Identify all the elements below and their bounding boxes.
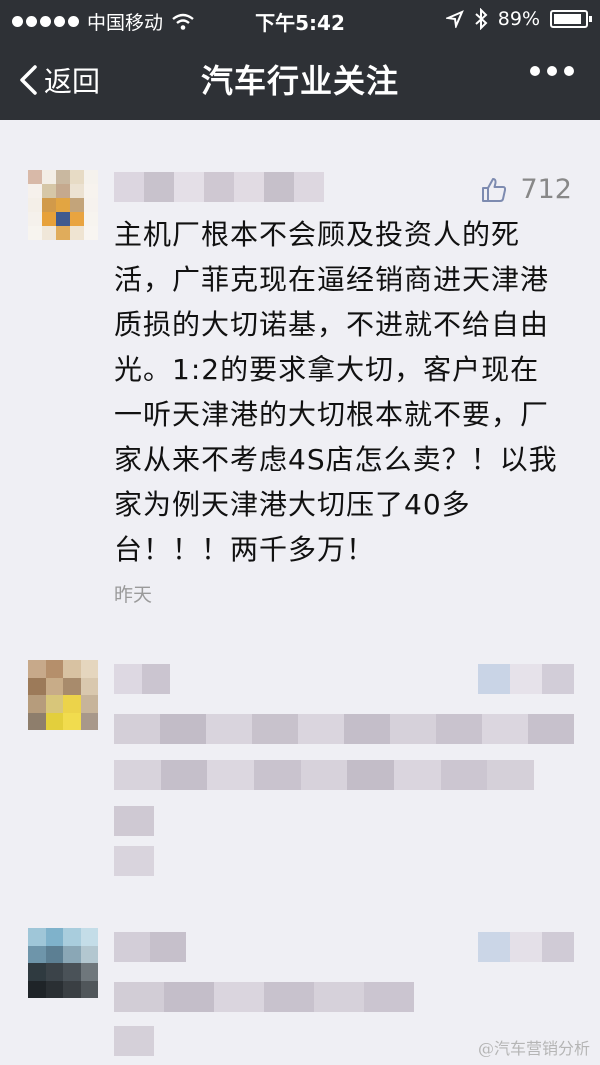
bluetooth-icon xyxy=(475,8,488,30)
blurred-text-line xyxy=(114,846,154,876)
blurred-text-line xyxy=(114,806,154,836)
more-dots-icon[interactable] xyxy=(530,66,574,76)
avatar[interactable] xyxy=(28,928,98,998)
blurred-text-line xyxy=(114,982,414,1012)
thumbs-up-icon xyxy=(482,177,507,202)
comment-line: 台！！！两千多万！ xyxy=(114,533,376,566)
comment-line: 一听天津港的大切根本就不要，厂 xyxy=(114,398,550,431)
blurred-likes xyxy=(478,932,574,962)
status-bar: 中国移动 下午5:42 89% xyxy=(0,0,600,38)
blurred-username xyxy=(114,172,324,202)
like-count: 712 xyxy=(520,174,572,205)
comment-line: 家为例天津港大切压了40多 xyxy=(114,488,471,521)
blurred-username xyxy=(114,664,170,694)
nav-bar: 返回 汽车行业关注 xyxy=(0,38,600,120)
comment-line: 主机厂根本不会顾及投资人的死 xyxy=(114,218,521,251)
watermark: @汽车营销分析 xyxy=(477,1039,590,1058)
comment-line: 质损的大切诺基，不进就不给自由 xyxy=(114,308,550,341)
like-button[interactable]: 712 xyxy=(480,174,572,205)
page-title: 汽车行业关注 xyxy=(200,62,399,100)
avatar[interactable] xyxy=(28,660,98,730)
blurred-text-line xyxy=(114,1026,154,1056)
comment-text: 主机厂根本不会顾及投资人的死 活，广菲克现在逼经销商进天津港 质损的大切诺基，不… xyxy=(114,212,574,572)
avatar[interactable] xyxy=(28,170,98,240)
location-icon xyxy=(445,10,464,28)
comment-line: 光。1:2的要求拿大切，客户现在 xyxy=(114,353,540,386)
battery-percent: 89% xyxy=(497,8,540,30)
battery-icon xyxy=(550,10,592,28)
comment-line: 家从来不考虑4S店怎么卖？！以我 xyxy=(114,443,558,476)
blurred-text-line xyxy=(114,760,535,790)
comment-line: 活，广菲克现在逼经销商进天津港 xyxy=(114,263,550,296)
comment-time: 昨天 xyxy=(114,584,153,606)
status-right: 89% xyxy=(445,8,592,30)
blurred-username xyxy=(114,932,186,962)
blurred-likes xyxy=(478,664,574,694)
top-bar: 中国移动 下午5:42 89% 返回 汽车行业关注 xyxy=(0,0,600,120)
blurred-text-line xyxy=(114,714,574,744)
